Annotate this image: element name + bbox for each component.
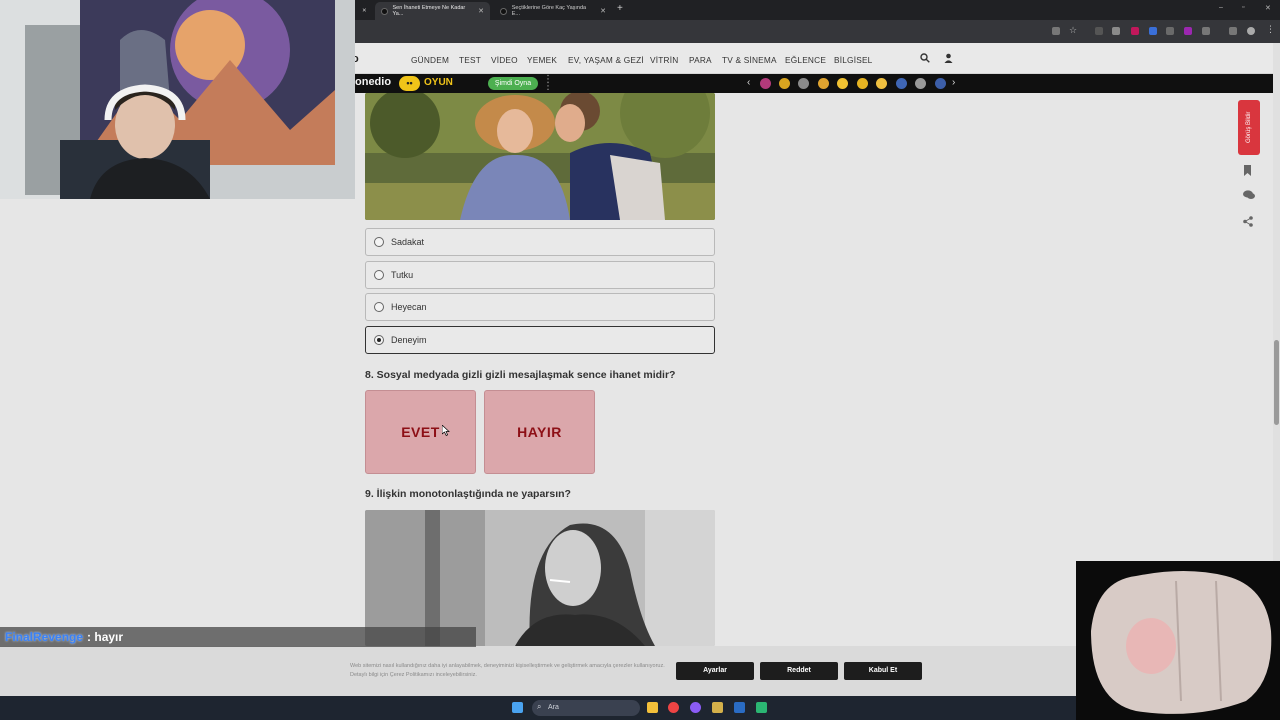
game-icon[interactable] (760, 78, 771, 89)
game-icon[interactable] (935, 78, 946, 89)
nav-para[interactable]: PARA (689, 55, 712, 65)
option-label: Deneyim (391, 335, 427, 345)
new-tab-icon[interactable]: + (617, 3, 623, 14)
close-window-icon[interactable]: ✕ (1265, 4, 1271, 12)
radio-button[interactable] (374, 270, 384, 280)
option-sadakat[interactable]: Sadakat (365, 228, 715, 256)
radio-button[interactable] (374, 237, 384, 247)
option-heyecan[interactable]: Heyecan (365, 293, 715, 321)
extension-icon[interactable] (1149, 27, 1157, 35)
maximize-icon[interactable]: ▫ (1242, 4, 1244, 11)
cookie-settings-button[interactable]: Ayarlar (676, 662, 754, 680)
chat-text: : hayır (87, 630, 124, 644)
start-icon[interactable] (512, 702, 523, 713)
prev-icon[interactable]: ‹ (747, 77, 750, 88)
answer-evet-button[interactable]: EVET (365, 390, 476, 474)
oyun-label: OYUN (424, 77, 453, 88)
option-tutku[interactable]: Tutku (365, 261, 715, 289)
close-tab-icon[interactable]: ✕ (356, 2, 370, 20)
mouse-cursor-icon (442, 425, 450, 436)
browser-tab[interactable]: Seçtiklerine Göre Kaç Yaşında E... ✕ (494, 2, 612, 20)
extension-icon[interactable] (1131, 27, 1139, 35)
user-icon[interactable] (944, 53, 953, 66)
screen: { "browser": { "tabs": [ {"title": "Sen … (0, 0, 1280, 720)
nav-gundem[interactable]: GÜNDEM (411, 55, 449, 65)
extension-icon[interactable] (1095, 27, 1103, 35)
tab-title: Sen İhaneti Etmeye Ne Kadar Ya... (392, 5, 466, 17)
nav-yemek[interactable]: YEMEK (527, 55, 557, 65)
question-9-image (365, 510, 715, 646)
game-face-icon: •• (399, 76, 420, 91)
steam-icon[interactable] (734, 702, 745, 713)
radio-button-selected[interactable] (374, 335, 384, 345)
nav-ev-yasam-gezi[interactable]: EV, YAŞAM & GEZİ (568, 55, 644, 65)
browser-menu-icon[interactable]: ⋮ (1266, 24, 1275, 34)
game-icon[interactable] (818, 78, 829, 89)
close-tab-icon[interactable]: ✕ (600, 7, 606, 15)
app-icon[interactable] (712, 702, 723, 713)
bookmark-star-icon[interactable]: ☆ (1069, 25, 1077, 35)
game-icon[interactable] (896, 78, 907, 89)
search-icon: ⌕ (537, 702, 542, 711)
minimize-icon[interactable]: – (1219, 4, 1223, 11)
emoji-icon[interactable] (876, 78, 887, 89)
radio-button[interactable] (374, 302, 384, 312)
avatar[interactable] (1247, 27, 1255, 35)
nav-eglence[interactable]: EĞLENCE (785, 55, 826, 65)
game-icon[interactable] (779, 78, 790, 89)
nav-vitrin[interactable]: VİTRİN (650, 55, 678, 65)
taskbar-search-placeholder: Ara (548, 704, 559, 711)
extensions-puzzle-icon[interactable] (1202, 27, 1210, 35)
question-8-title: 8. Sosyal medyada gizli gizli mesajlaşma… (365, 369, 676, 381)
option-label: Tutku (391, 270, 414, 280)
emoji-icon[interactable] (857, 78, 868, 89)
nav-tv-sinema[interactable]: TV & SİNEMA (722, 55, 777, 65)
feedback-button[interactable]: Görüş Bildir (1238, 100, 1260, 155)
cookie-accept-button[interactable]: Kabul Et (844, 662, 922, 680)
nav-test[interactable]: TEST (459, 55, 481, 65)
next-icon[interactable]: › (952, 77, 955, 88)
tab-title: Seçtiklerine Göre Kaç Yaşında E... (511, 5, 587, 17)
onedio-brand[interactable]: onedio (355, 76, 391, 88)
cookie-notice-text: Web sitemizi nasıl kullandığınız daha iy… (350, 663, 665, 678)
question-9-title: 9. İlişkin monotonlaştığında ne yaparsın… (365, 488, 571, 500)
comments-icon[interactable] (1243, 190, 1255, 203)
cast-icon[interactable] (1052, 27, 1060, 35)
browser-tab-active[interactable]: Sen İhaneti Etmeye Ne Kadar Ya... ✕ (375, 2, 490, 20)
app-icon[interactable] (690, 702, 701, 713)
chrome-icon[interactable] (668, 702, 679, 713)
share-icon[interactable] (1243, 216, 1253, 230)
close-tab-icon[interactable]: ✕ (478, 7, 484, 15)
scrollbar-thumb[interactable] (1274, 340, 1279, 425)
site-favicon-icon (381, 7, 388, 15)
nav-bilgisel[interactable]: BİLGİSEL (834, 55, 873, 65)
more-icon[interactable]: ⋮ ⋮ (543, 75, 553, 92)
game-icon[interactable] (915, 78, 926, 89)
option-label: Sadakat (391, 237, 425, 247)
option-deneyim[interactable]: Deneyim (365, 326, 715, 354)
extension-icon[interactable] (1166, 27, 1174, 35)
app-icon[interactable] (756, 702, 767, 713)
hand-camera-overlay (1076, 561, 1280, 720)
file-explorer-icon[interactable] (647, 702, 658, 713)
chat-username: FinalRevenge (5, 630, 84, 644)
profile-icon[interactable] (1229, 27, 1237, 35)
stream-chat-message: FinalRevenge : hayır (0, 627, 476, 647)
emoji-icon[interactable] (837, 78, 848, 89)
question-7-image (365, 93, 715, 220)
extension-icon[interactable] (1112, 27, 1120, 35)
streamer-webcam-overlay (0, 0, 355, 199)
option-label: Heyecan (391, 302, 427, 312)
search-icon[interactable] (920, 53, 930, 66)
answer-hayir-button[interactable]: HAYIR (484, 390, 595, 474)
site-favicon-icon (500, 7, 507, 15)
bookmark-icon[interactable] (1243, 165, 1252, 179)
cookie-reject-button[interactable]: Reddet (760, 662, 838, 680)
taskbar-search[interactable]: Ara (532, 700, 640, 716)
play-now-button[interactable]: Şimdi Oyna (488, 77, 538, 90)
extension-icon[interactable] (1184, 27, 1192, 35)
nav-video[interactable]: VİDEO (491, 55, 518, 65)
game-icon[interactable] (798, 78, 809, 89)
